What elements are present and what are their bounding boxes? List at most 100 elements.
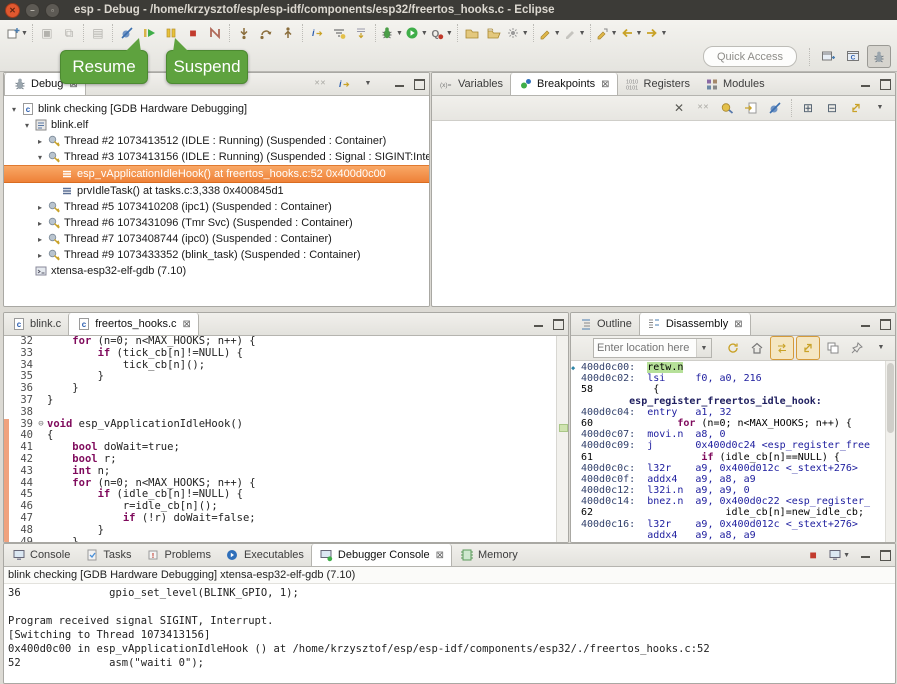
line-number[interactable]: 48 [9,525,35,537]
c-cpp-perspective-button[interactable]: C [842,45,864,66]
tree-expander-icon[interactable]: ▸ [34,203,46,212]
debug-tree-item[interactable]: prvIdleTask() at tasks.c:3,338 0x400845d… [4,183,429,199]
minimize-view-button[interactable] [393,78,405,90]
debug-tree-item[interactable]: ▾Thread #3 1073413156 (IDLE : Running) (… [4,149,429,165]
maximize-view-button[interactable] [413,78,425,90]
forward-history-button[interactable]: ▼ [643,22,668,44]
track-expression-button[interactable] [796,336,820,360]
step-into-button[interactable] [233,22,255,44]
close-tab-icon[interactable]: ⊠ [734,319,742,330]
tree-expander-icon[interactable]: ▾ [34,153,46,162]
tab-tasks[interactable]: Tasks [77,544,138,566]
skip-all-breakpoints-button[interactable] [764,97,786,119]
console-output[interactable]: 36 gpio_set_level(BLINK_GPIO, 1);Program… [4,584,895,684]
overview-ruler[interactable] [556,336,568,542]
maximize-view-button[interactable] [552,318,564,330]
tab-outline[interactable]: Outline [571,313,639,335]
breakpoints-list[interactable] [432,121,895,305]
tab-problems[interactable]: !Problems [138,544,217,566]
dropdown-arrow-icon[interactable]: ▼ [611,30,618,37]
debug-tree-item[interactable]: ▸Thread #9 1073433352 (blink_task) (Susp… [4,247,429,263]
line-number[interactable]: 33 [9,348,35,360]
drop-to-frame-button[interactable] [350,22,372,44]
print-button[interactable]: ▤ [87,22,109,44]
minimize-view-button[interactable] [532,318,544,330]
debug-tree-item[interactable]: ▸Thread #2 1073413512 (IDLE : Running) (… [4,133,429,149]
next-annotation-button[interactable]: ▼ [537,22,562,44]
dropdown-arrow-icon[interactable]: ▼ [446,30,453,37]
refresh-view-button[interactable] [722,337,744,359]
debug-tree-item[interactable]: ▾blink.elf [4,117,429,133]
stack-frame-selected[interactable]: esp_vApplicationIdleHook() at freertos_h… [4,165,429,183]
debug-launch-button[interactable]: ▼ [379,22,404,44]
display-selected-console-button[interactable]: ▼ [826,544,851,566]
go-to-file-for-breakpoint-button[interactable] [740,97,762,119]
tab-breakpoints[interactable]: Breakpoints⊠ [510,73,617,95]
line-number[interactable]: 37 [9,395,35,407]
tree-expander-icon[interactable]: ▾ [21,121,33,130]
fold-marker-icon[interactable]: ⊖ [35,419,47,431]
remove-selected-breakpoints-button[interactable]: ✕ [668,97,690,119]
location-dropdown-icon[interactable]: ▼ [696,339,711,357]
external-tools-button[interactable]: ▼ [505,22,530,44]
dropdown-arrow-icon[interactable]: ▼ [522,30,529,37]
use-step-filters-button[interactable] [328,22,350,44]
save-button[interactable]: ▣ [36,22,58,44]
overview-annotation[interactable] [559,424,568,432]
maximize-view-button[interactable] [879,78,891,90]
close-tab-icon[interactable]: ⊠ [601,79,609,90]
step-over-button[interactable] [255,22,277,44]
dropdown-arrow-icon[interactable]: ▼ [396,30,403,37]
code-editor[interactable]: 32 for (n=0; n<MAX_HOOKS; n++) {33 if (t… [4,336,568,542]
tab-modules[interactable]: Modules [697,73,772,95]
line-number[interactable]: 47 [9,513,35,525]
debug-tree-item[interactable]: xtensa-esp32-elf-gdb (7.10) [4,263,429,279]
view-menu-button[interactable]: ▼ [870,337,892,359]
dropdown-arrow-icon[interactable]: ▼ [660,30,667,37]
tab-executables[interactable]: Executables [218,544,311,566]
tree-expander-icon[interactable]: ▸ [34,219,46,228]
debug-tree-item[interactable]: ▸Thread #5 1073410208 (ipc1) (Suspended … [4,199,429,215]
window-close-button[interactable]: ✕ [5,3,20,18]
debug-tree-item[interactable]: ▾cblink checking [GDB Hardware Debugging… [4,101,429,117]
tab-blink-c[interactable]: cblink.c [4,313,68,335]
tab-registers[interactable]: 10100101Registers [618,73,697,95]
open-perspective-button[interactable] [817,45,839,66]
tree-expander-icon[interactable]: ▸ [34,251,46,260]
quick-access[interactable]: Quick Access [703,46,797,67]
remove-all-terminated-button[interactable]: ✕✕ [309,73,331,95]
open-folder-button[interactable] [461,22,483,44]
debug-tree[interactable]: ▾cblink checking [GDB Hardware Debugging… [4,96,429,307]
last-edit-location-button[interactable]: ▼ [594,22,619,44]
tree-expander-icon[interactable]: ▾ [8,105,20,114]
new-wizard-button[interactable]: ▼ [4,22,29,44]
dropdown-arrow-icon[interactable]: ▼ [579,30,586,37]
instruction-stepping-button[interactable]: i [306,22,328,44]
open-resource-button[interactable] [483,22,505,44]
tab-freertos-hooks-c[interactable]: cfreertos_hooks.c⊠ [68,313,199,335]
resume-button[interactable] [138,22,160,44]
tree-expander-icon[interactable]: ▸ [34,235,46,244]
run-launch-button[interactable]: ▼ [404,22,429,44]
line-number[interactable]: 49 [9,537,35,542]
home-button[interactable] [746,337,768,359]
scrollbar[interactable] [885,361,895,543]
back-history-button[interactable]: ▼ [619,22,644,44]
dropdown-arrow-icon[interactable]: ▼ [554,30,561,37]
dropdown-arrow-icon[interactable]: ▼ [636,30,643,37]
previous-annotation-button[interactable]: ▼ [562,22,587,44]
location-input[interactable] [594,342,696,354]
instruction-stepping-mode-button[interactable]: i [333,73,355,95]
minimize-view-button[interactable] [859,549,871,561]
line-number[interactable]: 42 [9,454,35,466]
line-number[interactable]: 38 [9,407,35,419]
link-with-debug-view-button[interactable] [845,97,867,119]
dropdown-arrow-icon[interactable]: ▼ [843,552,850,559]
tab-debugger-console[interactable]: Debugger Console⊠ [311,544,452,566]
collapse-all-button[interactable]: ⊟ [821,97,843,119]
window-minimize-button[interactable]: – [25,3,40,18]
minimize-view-button[interactable] [859,318,871,330]
remove-all-breakpoints-button[interactable]: ✕✕ [692,97,714,119]
dropdown-arrow-icon[interactable]: ▼ [421,30,428,37]
close-tab-icon[interactable]: ⊠ [436,550,444,561]
